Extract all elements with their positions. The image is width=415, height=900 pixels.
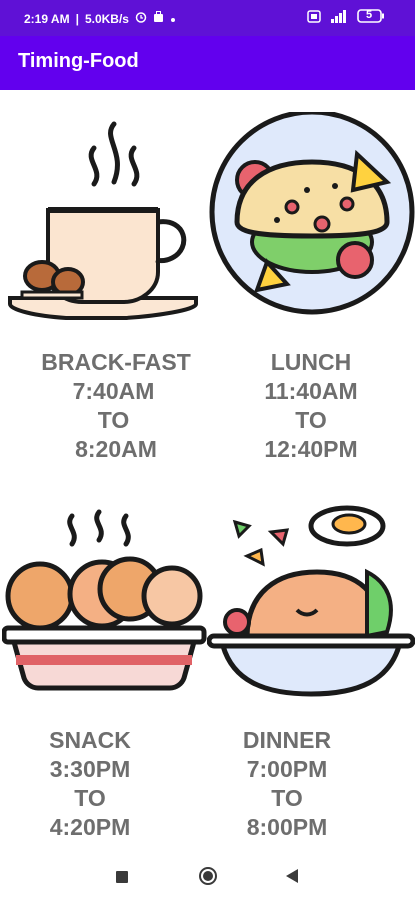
rice-bowl-icon bbox=[207, 505, 415, 697]
meal-end: 12:40PM bbox=[264, 436, 358, 462]
meal-name: BRACK-FAST bbox=[41, 349, 191, 375]
app-bar: Timing-Food bbox=[0, 36, 415, 90]
alarm-icon bbox=[135, 11, 147, 26]
cookies-bowl-icon bbox=[2, 509, 207, 691]
meal-name: LUNCH bbox=[270, 349, 352, 375]
notification-icon bbox=[153, 11, 164, 26]
system-nav-bar bbox=[0, 852, 415, 900]
home-circle-icon[interactable] bbox=[198, 866, 218, 891]
meal-label-snack: SNACK 3:30PM TO 4:20PM bbox=[40, 726, 140, 842]
status-speed: 5.0KB/s bbox=[84, 11, 129, 26]
meal-end: 8:00PM bbox=[246, 814, 328, 840]
meal-card-dinner[interactable]: DINNER 7:00PM TO 8:00PM bbox=[207, 490, 415, 850]
status-bar: 2:19 AM | 5.0KB/s 5 bbox=[0, 0, 415, 36]
sim-icon bbox=[307, 9, 321, 26]
status-left: 2:19 AM | 5.0KB/s bbox=[24, 11, 176, 26]
meal-name: SNACK bbox=[49, 727, 131, 753]
meal-card-snack[interactable]: SNACK 3:30PM TO 4:20PM bbox=[0, 490, 207, 850]
signal-icon bbox=[329, 9, 349, 26]
meal-start: 7:40AM bbox=[72, 378, 155, 404]
back-triangle-icon[interactable] bbox=[286, 869, 298, 888]
meal-end: 4:20PM bbox=[49, 814, 131, 840]
meal-card-lunch[interactable]: LUNCH 11:40AM TO 12:40PM bbox=[207, 100, 415, 470]
meal-start: 3:30PM bbox=[49, 756, 131, 782]
dot-icon bbox=[170, 12, 176, 26]
meal-label-lunch: LUNCH 11:40AM TO 12:40PM bbox=[207, 348, 415, 464]
battery-icon: 5 bbox=[357, 9, 385, 26]
meal-card-breakfast[interactable]: BRACK-FAST 7:40AM TO 8:20AM bbox=[0, 100, 207, 470]
status-time: 2:19 AM bbox=[24, 11, 70, 26]
meal-to: TO bbox=[271, 785, 303, 811]
meal-to: TO bbox=[295, 407, 327, 433]
meal-to: TO bbox=[97, 407, 130, 433]
meal-end: 8:20AM bbox=[75, 436, 157, 462]
meal-label-breakfast: BRACK-FAST 7:40AM TO 8:20AM bbox=[0, 348, 207, 464]
meal-start: 7:00PM bbox=[246, 756, 328, 782]
meal-start: 11:40AM bbox=[264, 378, 358, 404]
meal-name: DINNER bbox=[242, 727, 332, 753]
taco-plate-icon bbox=[209, 112, 415, 315]
meal-label-dinner: DINNER 7:00PM TO 8:00PM bbox=[237, 726, 337, 842]
status-right: 5 bbox=[307, 9, 385, 26]
coffee-cup-icon bbox=[8, 121, 198, 320]
recents-square-icon[interactable] bbox=[116, 870, 128, 888]
meal-to: TO bbox=[74, 785, 106, 811]
battery-level: 5 bbox=[366, 9, 373, 21]
app-title: Timing-Food bbox=[18, 50, 139, 72]
